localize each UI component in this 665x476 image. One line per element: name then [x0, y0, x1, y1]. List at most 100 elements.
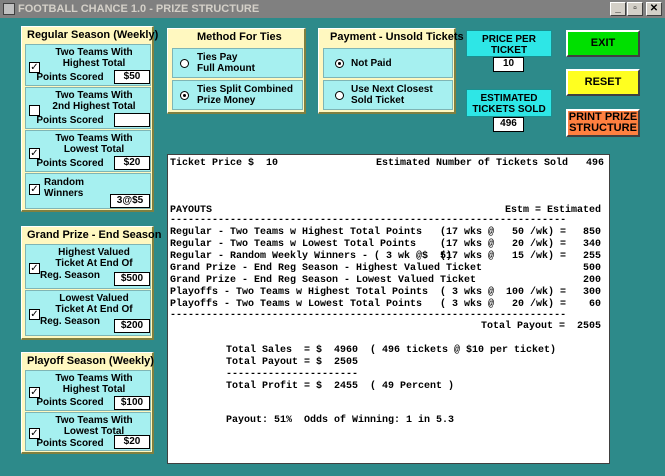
regular-second-label-3: Points Scored [36, 115, 104, 126]
maximize-button[interactable]: ▫ [627, 2, 643, 16]
ties-split-radio[interactable] [180, 91, 189, 100]
report-row-amount: 850 [582, 227, 601, 238]
estimated-tickets-input[interactable]: 496 [493, 117, 524, 132]
regular-highest-label-3: Points Scored [36, 72, 104, 83]
report-row-desc: Regular - Random Weekly Winners - ( 3 wk… [170, 251, 453, 262]
regular-highest-value[interactable]: $50 [114, 70, 150, 84]
unsold-next-option[interactable]: Use Next Closest Sold Ticket [323, 80, 453, 110]
playoff-lowest-value[interactable]: $20 [114, 435, 150, 449]
grand-highest-label-2: Ticket At End Of [55, 258, 133, 269]
playoff-highest-option: ✓ Two Teams With Highest Total Points Sc… [25, 370, 151, 411]
regular-second-value[interactable] [114, 113, 150, 127]
unsold-notpaid-label: Not Paid [351, 58, 392, 69]
grand-lowest-label-2: Ticket At End Of [55, 304, 133, 315]
report-total-profit: Total Profit = $ 2455 ( 49 Percent ) [226, 381, 455, 392]
playoff-lowest-label-3: Points Scored [36, 438, 104, 449]
grand-prize-title: Grand Prize - End Season [27, 229, 162, 241]
report-row-calc: (17 wks @ 15 /wk) = [440, 251, 567, 262]
report-row-calc: (17 wks @ 20 /wk) = [440, 239, 567, 250]
report-row-amount: 500 [582, 263, 601, 274]
regular-random-option: ✓ Random Winners 3@$5 [25, 173, 151, 209]
window-title: FOOTBALL CHANCE 1.0 - PRIZE STRUCTURE [18, 3, 260, 15]
report-row: Regular - Random Weekly Winners - ( 3 wk… [168, 251, 609, 263]
report-total-payout-summary: Total Payout = $ 2505 [226, 357, 359, 368]
report-summary-divider: ---------------------- [226, 369, 359, 380]
playoff-highest-label-3: Points Scored [36, 397, 104, 408]
regular-second-label-1: Two Teams With [55, 90, 133, 101]
regular-highest-label-1: Two Teams With [55, 47, 133, 58]
report-odds: Payout: 51% Odds of Winning: 1 in 5.3 [226, 415, 455, 426]
estimated-label-2: TICKETS SOLD [472, 104, 546, 115]
regular-highest-option: ✓ Two Teams With Highest Total Points Sc… [25, 44, 151, 86]
grand-highest-value[interactable]: $500 [114, 272, 150, 286]
reset-button[interactable]: RESET [566, 69, 640, 96]
unsold-notpaid-option[interactable]: Not Paid [323, 48, 453, 78]
unsold-next-radio[interactable] [335, 91, 344, 100]
report-estimated-sold: Estimated Number of Tickets Sold 496 [376, 158, 605, 169]
regular-random-value[interactable]: 3@$5 [110, 194, 150, 208]
grand-highest-label-1: Highest Valued [58, 247, 130, 258]
regular-random-label-2: Winners [44, 188, 84, 199]
ties-full-option[interactable]: Ties Pay Full Amount [172, 48, 303, 78]
price-label-1: PRICE PER [482, 34, 536, 45]
regular-second-option: Two Teams With 2nd Highest Total Points … [25, 87, 151, 129]
report-row-amount: 340 [582, 239, 601, 250]
report-row: Regular - Two Teams w Lowest Total Point… [168, 239, 609, 251]
regular-season-title: Regular Season (Weekly) [27, 29, 159, 41]
report-row-desc: Regular - Two Teams w Highest Total Poin… [170, 227, 423, 238]
grand-lowest-value[interactable]: $200 [114, 319, 150, 333]
report-row: Playoffs - Two Teams w Highest Total Poi… [168, 287, 609, 299]
grand-lowest-label-3: Reg. Season [39, 316, 101, 327]
report-row: Regular - Two Teams w Highest Total Poin… [168, 227, 609, 239]
regular-lowest-option: ✓ Two Teams With Lowest Total Points Sco… [25, 130, 151, 172]
regular-random-checkbox[interactable]: ✓ [29, 184, 40, 195]
regular-second-label-2: 2nd Highest Total [52, 101, 136, 112]
ties-full-label-2: Full Amount [197, 63, 255, 74]
price-per-ticket-label: PRICE PER TICKET [466, 30, 552, 57]
regular-lowest-value[interactable]: $20 [114, 156, 150, 170]
report-divider-top: ----------------------------------------… [170, 215, 567, 226]
estimated-label-1: ESTIMATED [480, 93, 538, 104]
grand-lowest-label-1: Lowest Valued [59, 293, 129, 304]
report-row-amount: 200 [582, 275, 601, 286]
unsold-next-label-1: Use Next Closest [351, 84, 433, 95]
exit-button[interactable]: EXIT [566, 30, 640, 57]
minimize-button[interactable]: _ [610, 2, 626, 16]
title-bar: FOOTBALL CHANCE 1.0 - PRIZE STRUCTURE _ … [0, 0, 665, 18]
report-total-payout: Total Payout = 2505 [480, 321, 601, 332]
report-row-desc: Regular - Two Teams w Lowest Total Point… [170, 239, 417, 250]
report-row-amount: 255 [582, 251, 601, 262]
regular-highest-label-2: Highest Total [62, 58, 126, 69]
ties-split-label-2: Prize Money [197, 95, 256, 106]
grand-prize-panel: Grand Prize - End Season ✓ Highest Value… [21, 226, 161, 340]
regular-lowest-label-1: Two Teams With [55, 133, 133, 144]
playoff-panel: Playoff Season (Weekly) ✓ Two Teams With… [21, 352, 154, 454]
ties-panel: Method For Ties Ties Pay Full Amount Tie… [167, 28, 306, 114]
report-row-desc: Grand Prize - End Reg Season - Lowest Va… [170, 275, 477, 286]
report-total-sales: Total Sales = $ 4960 ( 496 tickets @ $10… [226, 345, 557, 356]
ties-full-radio[interactable] [180, 59, 189, 68]
report-row: Grand Prize - End Reg Season - Lowest Va… [168, 275, 609, 287]
unsold-next-label-2: Sold Ticket [351, 95, 405, 106]
grand-highest-label-3: Reg. Season [39, 270, 101, 281]
price-per-ticket-input[interactable]: 10 [493, 57, 524, 72]
playoff-lowest-label-1: Two Teams With [55, 415, 133, 426]
grand-lowest-option: ✓ Lowest Valued Ticket At End Of Reg. Se… [25, 290, 151, 336]
regular-lowest-label-2: Lowest Total [63, 144, 125, 155]
ties-full-label-1: Ties Pay [197, 52, 238, 63]
app-icon [3, 3, 15, 15]
unsold-notpaid-radio[interactable] [335, 59, 344, 68]
regular-season-panel: Regular Season (Weekly) ✓ Two Teams With… [21, 26, 158, 212]
playoff-highest-label-1: Two Teams With [55, 373, 133, 384]
ties-split-option[interactable]: Ties Split Combined Prize Money [172, 80, 303, 110]
report-row-amount: 300 [582, 287, 601, 298]
report-row-calc: ( 3 wks @ 100 /wk) = [440, 287, 567, 298]
print-prize-button[interactable]: PRINT PRIZE STRUCTURE [566, 109, 640, 137]
report-row: Grand Prize - End Reg Season - Highest V… [168, 263, 609, 275]
report-row-desc: Playoffs - Two Teams w Highest Total Poi… [170, 287, 429, 298]
ties-title: Method For Ties [197, 31, 282, 43]
close-button[interactable]: ✕ [646, 2, 662, 16]
playoff-highest-value[interactable]: $100 [114, 396, 150, 410]
grand-highest-option: ✓ Highest Valued Ticket At End Of Reg. S… [25, 244, 151, 289]
report-row-calc: (17 wks @ 50 /wk) = [440, 227, 567, 238]
